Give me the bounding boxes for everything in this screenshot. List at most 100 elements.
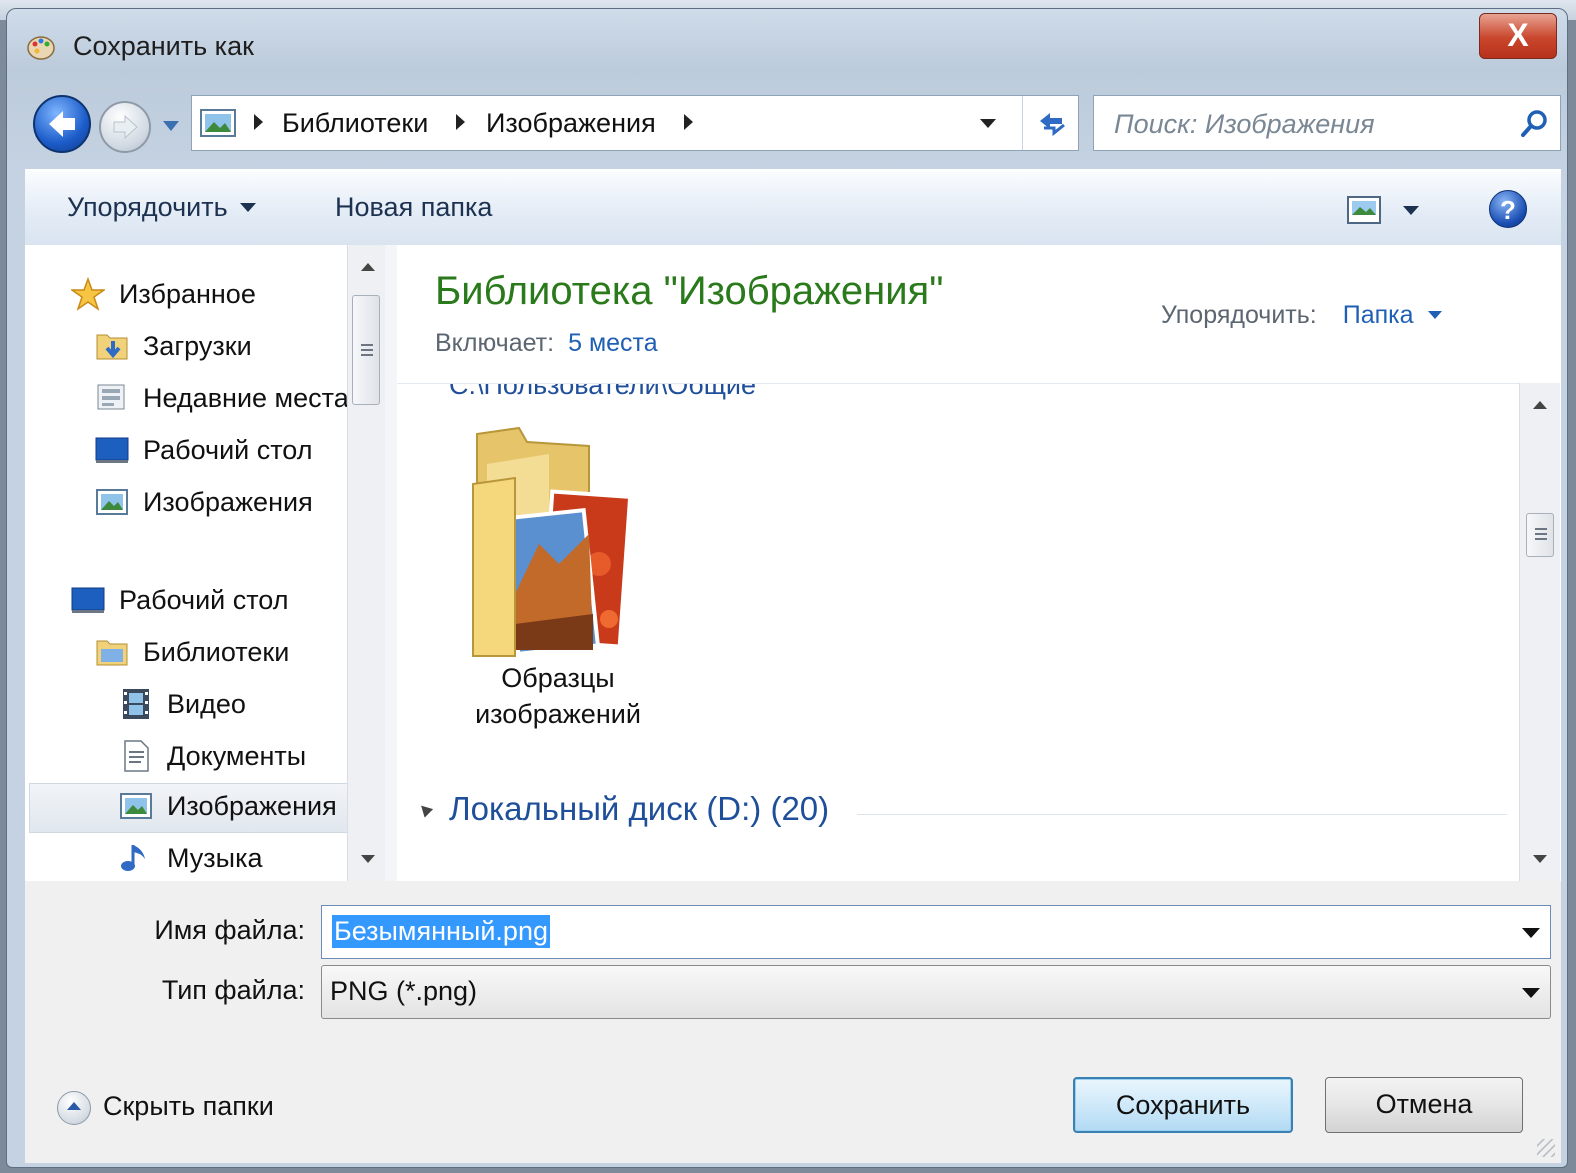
- star-icon: [71, 277, 105, 311]
- save-as-dialog: Сохранить как X Библиотеки Изображения П…: [6, 8, 1568, 1168]
- grip-line: [1535, 538, 1547, 540]
- folder-with-pictures-icon: [472, 426, 633, 658]
- group-divider: [857, 814, 1507, 815]
- navigation-pane: Избранное Загрузки Недавние места Рабочи…: [25, 245, 365, 881]
- new-folder-button[interactable]: Новая папка: [335, 192, 492, 223]
- filetype-select[interactable]: PNG (*.png): [321, 965, 1551, 1019]
- resize-grip[interactable]: [1537, 1139, 1555, 1157]
- nav-item-label: Недавние места: [143, 383, 349, 413]
- pictures-icon: [120, 793, 152, 819]
- breadcrumb-separator-icon[interactable]: [684, 114, 693, 130]
- refresh-icon: [1040, 113, 1065, 137]
- arrange-label: Упорядочить:: [1161, 301, 1317, 329]
- libraries-icon: [96, 640, 128, 666]
- chevron-down-icon: [1427, 311, 1442, 319]
- filetype-value: PNG (*.png): [330, 976, 478, 1006]
- filename-label: Имя файла:: [154, 915, 305, 945]
- nav-favorites-label: Избранное: [119, 279, 256, 309]
- desktop-icon: [71, 587, 105, 613]
- cancel-button[interactable]: Отмена: [1325, 1077, 1523, 1133]
- window-title: Сохранить как: [73, 31, 254, 61]
- recent-places-icon: [97, 384, 125, 410]
- library-title: Библиотека "Изображения": [435, 269, 944, 313]
- pictures-icon: [96, 489, 128, 515]
- nav-item-label: Музыка: [167, 843, 263, 873]
- forward-button[interactable]: [99, 101, 151, 153]
- address-bar[interactable]: Библиотеки Изображения: [191, 95, 1079, 151]
- nav-item-label: Изображения: [143, 487, 313, 517]
- paint-app-icon: [27, 36, 55, 60]
- video-icon: [123, 689, 149, 719]
- scroll-up-icon[interactable]: [361, 263, 375, 271]
- save-form: Имя файла: Безымянный.png Тип файла: PNG…: [25, 881, 1561, 1163]
- breadcrumb-separator-icon[interactable]: [254, 114, 263, 130]
- back-button[interactable]: [33, 95, 91, 153]
- search-icon[interactable]: [1518, 108, 1550, 140]
- title-bar[interactable]: Сохранить как X: [7, 9, 1567, 81]
- save-button[interactable]: Сохранить: [1073, 1077, 1293, 1133]
- address-dropdown-icon[interactable]: [980, 119, 996, 128]
- grip-line: [361, 344, 373, 346]
- search-box[interactable]: [1093, 95, 1561, 151]
- nav-desktop-label: Рабочий стол: [119, 585, 289, 615]
- scroll-up-icon[interactable]: [1533, 401, 1547, 409]
- chevron-down-icon: [239, 203, 256, 212]
- library-pictures-icon: [200, 109, 236, 137]
- pane-splitter[interactable]: [385, 245, 397, 881]
- hide-folders-label: Скрыть папки: [103, 1091, 274, 1122]
- close-button[interactable]: X: [1479, 13, 1557, 59]
- command-toolbar: Упорядочить Новая папка ?: [25, 169, 1561, 247]
- documents-icon: [124, 740, 149, 772]
- change-view-icon[interactable]: [1347, 196, 1381, 224]
- chevron-up-icon: [57, 1091, 91, 1125]
- location-header: C:\Пользователи\Общие: [449, 383, 757, 400]
- refresh-button[interactable]: [1022, 96, 1081, 150]
- breadcrumb-pictures[interactable]: Изображения: [486, 108, 656, 139]
- filetype-label: Тип файла:: [161, 975, 305, 1005]
- back-arrow-icon: [49, 111, 75, 137]
- nav-item-label: Загрузки: [143, 331, 252, 361]
- forward-arrow-icon: [113, 114, 138, 140]
- grip-line: [1535, 528, 1547, 530]
- organize-label: Упорядочить: [67, 192, 228, 222]
- nav-libraries-label: Библиотеки: [143, 637, 290, 667]
- scroll-down-icon[interactable]: [361, 855, 375, 863]
- content-pane: Библиотека "Изображения" Включает: 5 мест…: [397, 245, 1561, 881]
- breadcrumb-separator-icon[interactable]: [456, 114, 465, 130]
- search-input[interactable]: [1112, 106, 1516, 142]
- collapse-triangle-icon[interactable]: [416, 801, 434, 818]
- includes-locations-link[interactable]: 5 места: [568, 329, 658, 357]
- help-button[interactable]: ?: [1489, 190, 1527, 228]
- scroll-down-icon[interactable]: [1533, 855, 1547, 863]
- arrange-value: Папка: [1342, 301, 1414, 329]
- breadcrumb-libraries[interactable]: Библиотеки: [282, 108, 428, 139]
- file-list: C:\Пользователи\Общие Образцы изображени…: [397, 383, 1519, 881]
- chevron-down-icon: [1522, 988, 1540, 998]
- library-includes: Включает: 5 места: [435, 329, 658, 358]
- filename-combobox[interactable]: Безымянный.png: [321, 905, 1551, 959]
- arrange-by-dropdown[interactable]: Папка: [1343, 301, 1442, 329]
- view-dropdown-icon[interactable]: [1403, 206, 1419, 215]
- hide-folders-button[interactable]: Скрыть папки: [57, 1091, 274, 1125]
- nav-item-label: Рабочий стол: [143, 435, 313, 465]
- downloads-icon: [96, 334, 128, 360]
- nav-scroll-thumb[interactable]: [352, 295, 380, 405]
- folder-label: Образцы изображений: [443, 660, 673, 732]
- music-icon: [121, 845, 145, 871]
- desktop-icon: [95, 437, 129, 463]
- folder-label-line: Образцы: [501, 663, 615, 693]
- organize-menu-button[interactable]: Упорядочить: [67, 192, 256, 223]
- chevron-down-icon[interactable]: [1522, 928, 1540, 938]
- grip-line: [361, 349, 373, 351]
- content-scrollbar[interactable]: [1519, 383, 1560, 881]
- grip-line: [361, 354, 373, 356]
- arrange-by: Упорядочить: Папка: [1161, 301, 1442, 330]
- nav-item-label: Видео: [167, 689, 246, 719]
- nav-item-label: Изображения: [167, 791, 337, 821]
- history-dropdown-icon[interactable]: [161, 119, 181, 133]
- content-scroll-thumb[interactable]: [1526, 513, 1554, 557]
- filename-input[interactable]: Безымянный.png: [332, 915, 550, 948]
- nav-scrollbar[interactable]: [347, 245, 386, 881]
- group-header-local-disk-d[interactable]: Локальный диск (D:) (20): [449, 790, 829, 828]
- grip-line: [1535, 533, 1547, 535]
